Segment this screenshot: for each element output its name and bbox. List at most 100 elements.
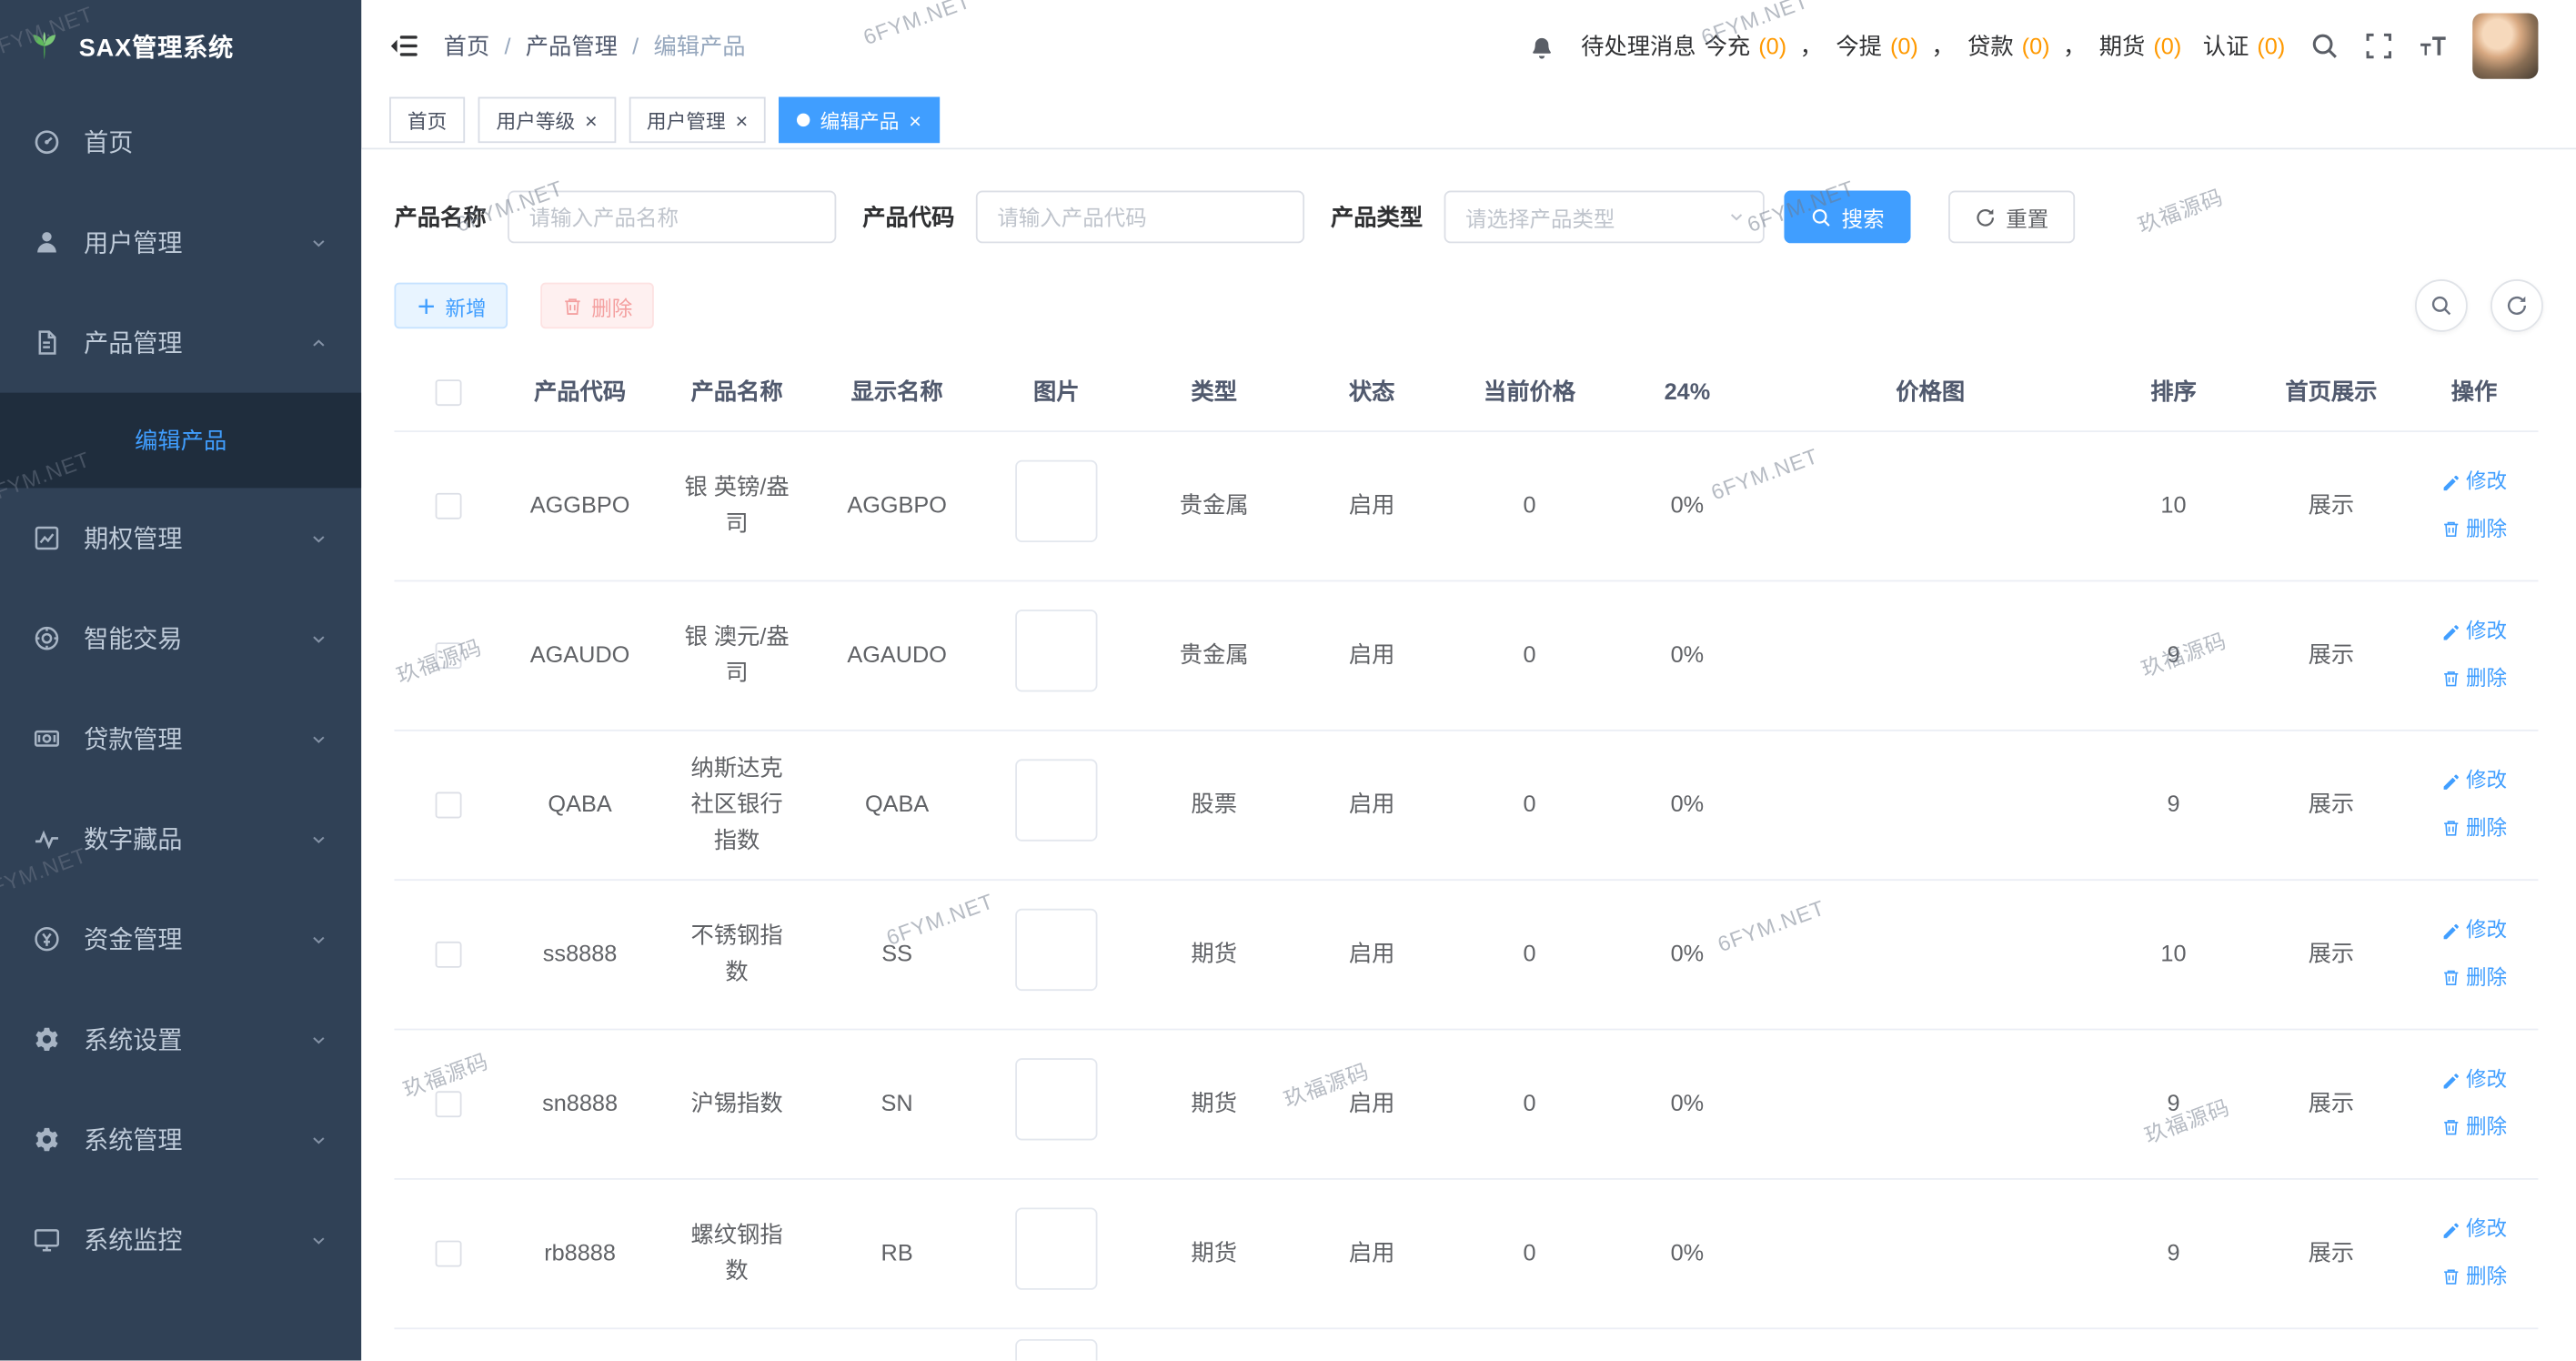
cell-product-code: QABA [503, 774, 658, 836]
delete-link[interactable]: 删除 [2441, 663, 2507, 695]
pencil-icon [2441, 1221, 2461, 1241]
sidebar-item-digital-collectibles[interactable]: 数字藏品 [0, 789, 361, 889]
row-checkbox[interactable] [436, 943, 462, 969]
app-logo: SAX管理系统 [0, 0, 361, 92]
delete-link[interactable]: 删除 [2441, 962, 2507, 993]
sidebar-item-system-monitor[interactable]: 系统监控 [0, 1190, 361, 1290]
cell-home-display: 展示 [2252, 923, 2410, 985]
refresh-icon [1975, 207, 1996, 227]
cell-display-name: SN [817, 1074, 978, 1135]
topbar-right: 待处理消息 今充 (0) ， 今提 (0) ， 贷款 (0) ， 期货 (0) … [1528, 13, 2538, 78]
delete-button[interactable]: 删除 [540, 283, 654, 329]
chevron-down-icon [309, 1130, 329, 1150]
font-size-icon[interactable] [2419, 31, 2449, 61]
row-checkbox[interactable] [436, 792, 462, 819]
tab-user-mgmt[interactable]: 用户管理 × [629, 97, 766, 144]
avatar[interactable] [2472, 13, 2538, 78]
close-icon[interactable]: × [909, 109, 921, 130]
sidebar-item-funds-mgmt[interactable]: 资金管理 [0, 889, 361, 989]
sidebar: SAX管理系统 首页 用户管理 产品管理 编辑产品 期权管理 智能交易 [0, 0, 361, 1360]
notif-count-badge: (0) [2257, 33, 2285, 59]
delete-link[interactable]: 删除 [2441, 1112, 2507, 1144]
notif-count-badge: (0) [2022, 33, 2050, 59]
edit-link[interactable]: 修改 [2441, 1065, 2507, 1097]
cell-product-code: AGGBPO [503, 475, 658, 537]
pencil-icon [2441, 473, 2461, 493]
cell-product-name: 不锈钢指数 [657, 906, 816, 1003]
fullscreen-icon[interactable] [2364, 31, 2394, 61]
product-type-select[interactable]: 请选择产品类型 [1444, 191, 1765, 244]
search-icon[interactable] [2309, 31, 2340, 61]
tab-edit-product[interactable]: 编辑产品 × [780, 97, 940, 144]
toggle-search-button[interactable] [2415, 279, 2468, 332]
trash-icon [2441, 1267, 2461, 1287]
tags-bar: 首页 用户等级 × 用户管理 × 编辑产品 × [361, 92, 2576, 149]
trash-icon [2441, 669, 2461, 689]
bell-icon[interactable] [1528, 32, 1556, 60]
search-icon [1810, 207, 1831, 227]
chevron-down-icon [309, 1030, 329, 1050]
sidebar-subitem-edit-product[interactable]: 编辑产品 [0, 393, 361, 489]
refresh-table-button[interactable] [2490, 279, 2543, 332]
sidebar-item-options-mgmt[interactable]: 期权管理 [0, 488, 361, 588]
row-checkbox[interactable] [436, 1092, 462, 1118]
close-icon[interactable]: × [585, 109, 598, 130]
add-button[interactable]: 新增 [394, 283, 508, 329]
sidebar-item-system-settings[interactable]: 系统设置 [0, 989, 361, 1089]
reset-button[interactable]: 重置 [1948, 191, 2075, 244]
document-icon [33, 328, 61, 357]
edit-link[interactable]: 修改 [2441, 766, 2507, 798]
cell-product-name: 纳斯达克社区银行指数 [657, 739, 816, 872]
pencil-icon [2441, 772, 2461, 792]
table-row: ss8888 不锈钢指数 SS 期货 启用 0 0% 10 展示 修改 删除 [394, 881, 2538, 1030]
tab-user-level[interactable]: 用户等级 × [478, 97, 616, 144]
sidebar-item-loan-mgmt[interactable]: 贷款管理 [0, 689, 361, 789]
cell-product-code: ss8888 [503, 923, 658, 985]
search-icon [2430, 294, 2452, 317]
table-row: sn8888 沪锡指数 SN 期货 启用 0 0% 9 展示 修改 删除 [394, 1030, 2538, 1179]
chart-box-icon [33, 524, 61, 552]
cell-change: 0% [1608, 1074, 1766, 1135]
pending-label: 待处理消息 [1581, 30, 1696, 63]
notif-count-badge: (0) [1758, 33, 1786, 59]
delete-link[interactable]: 删除 [2441, 513, 2507, 545]
select-all-checkbox[interactable] [436, 380, 462, 407]
notif-item-label: 认证 [2203, 30, 2249, 63]
breadcrumb-product-mgmt[interactable]: 产品管理 [526, 30, 618, 63]
edit-link[interactable]: 修改 [2441, 617, 2507, 649]
delete-link[interactable]: 删除 [2441, 1261, 2507, 1293]
cell-sort: 9 [2095, 1074, 2252, 1135]
cell-sort: 10 [2095, 923, 2252, 985]
close-icon[interactable]: × [735, 109, 748, 130]
delete-link[interactable]: 删除 [2441, 812, 2507, 844]
row-checkbox[interactable] [436, 494, 462, 520]
edit-link[interactable]: 修改 [2441, 1215, 2507, 1246]
edit-link[interactable]: 修改 [2441, 467, 2507, 499]
chevron-down-icon [1726, 207, 1746, 227]
sidebar-item-smart-trading[interactable]: 智能交易 [0, 589, 361, 689]
search-button[interactable]: 搜索 [1784, 191, 1910, 244]
sidebar-collapse-icon[interactable] [387, 30, 420, 63]
breadcrumb-separator: / [632, 33, 639, 59]
row-checkbox[interactable] [436, 643, 462, 670]
cell-price-chart [1766, 942, 2095, 968]
notif-item-label: 期货 [2099, 30, 2146, 63]
row-checkbox[interactable] [436, 1241, 462, 1267]
pencil-icon [2441, 922, 2461, 942]
tab-home[interactable]: 首页 [389, 97, 465, 144]
table-row: QABA 纳斯达克社区银行指数 QABA 股票 启用 0 0% 9 展示 修改 … [394, 731, 2538, 881]
header-type: 类型 [1135, 362, 1293, 424]
cell-product-name: 银 英镑/盎司 [657, 458, 816, 555]
table-header-row: 产品代码 产品名称 显示名称 图片 类型 状态 当前价格 24% 价格图 排序 … [394, 355, 2538, 432]
sidebar-item-product-mgmt[interactable]: 产品管理 [0, 292, 361, 392]
chevron-down-icon [309, 1230, 329, 1250]
header-product-name: 产品名称 [657, 362, 816, 424]
product-code-input[interactable] [976, 191, 1304, 244]
breadcrumb-home[interactable]: 首页 [444, 30, 490, 63]
product-name-input[interactable] [508, 191, 836, 244]
edit-link[interactable]: 修改 [2441, 915, 2507, 947]
sidebar-item-home[interactable]: 首页 [0, 92, 361, 192]
sidebar-item-user-mgmt[interactable]: 用户管理 [0, 192, 361, 292]
sidebar-item-system-mgmt[interactable]: 系统管理 [0, 1089, 361, 1189]
cell-display-name: AGGBPO [817, 475, 978, 537]
